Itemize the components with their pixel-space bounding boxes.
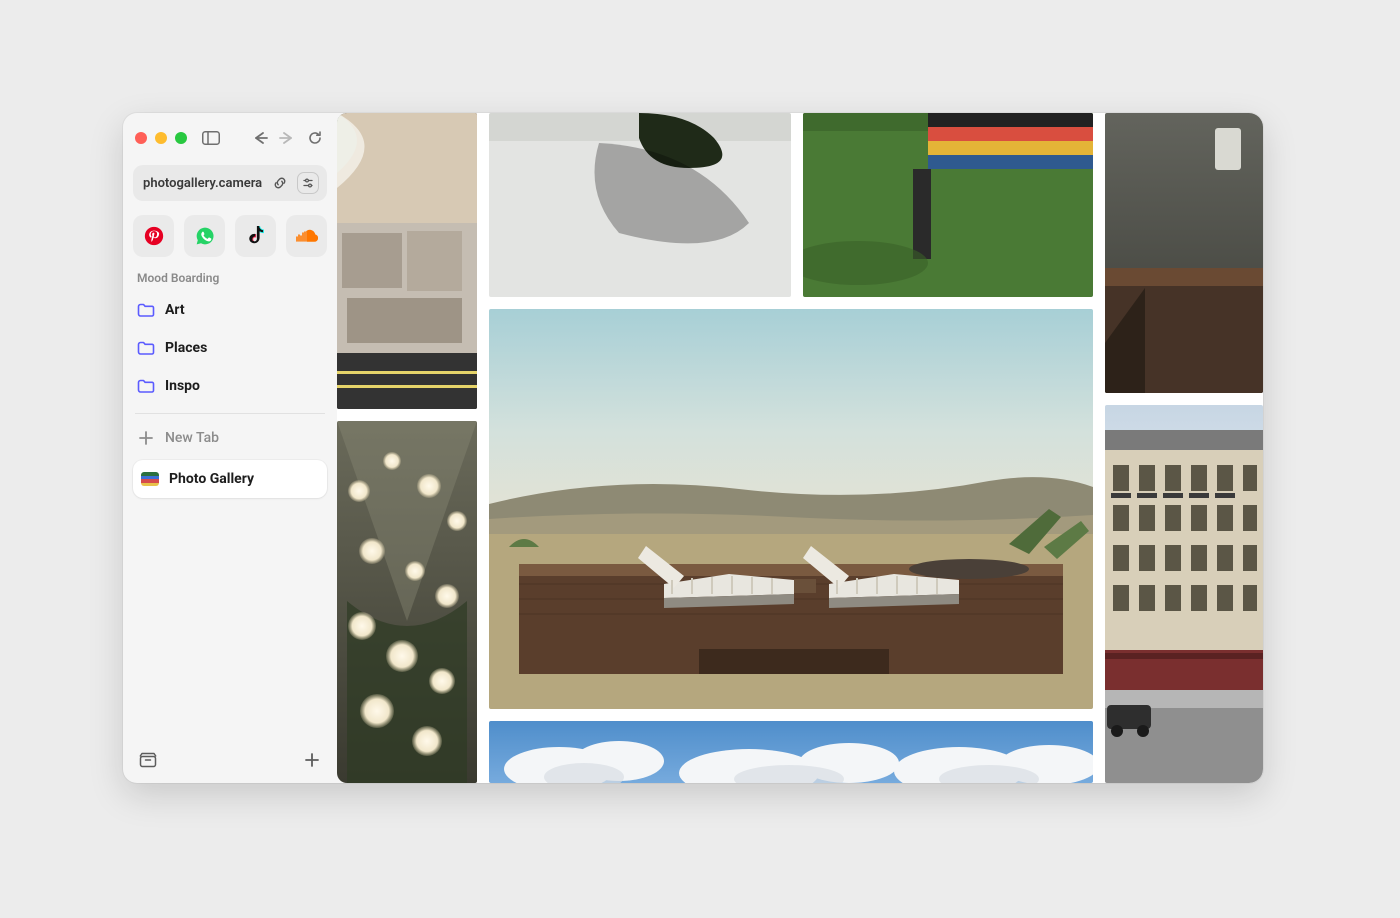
new-tab-label: New Tab: [165, 430, 219, 446]
sliders-icon: [302, 177, 314, 189]
favorite-whatsapp[interactable]: [184, 215, 225, 257]
arrow-right-icon: [278, 131, 296, 145]
gallery-tile-grass-stripes[interactable]: [803, 113, 1093, 297]
tab-photo-gallery[interactable]: Photo Gallery: [133, 460, 327, 498]
folder-label: Places: [165, 340, 207, 356]
gallery-tile-gravel-shadow[interactable]: [489, 113, 791, 297]
folder-label: Art: [165, 302, 185, 318]
whatsapp-icon: [195, 226, 215, 246]
window-topbar: [133, 125, 327, 153]
gallery-tile-paris-street[interactable]: [1105, 405, 1263, 783]
gallery-tile-desert-loungers[interactable]: [489, 309, 1093, 709]
reload-icon: [307, 130, 323, 146]
forward-button[interactable]: [278, 126, 298, 150]
close-window-button[interactable]: [135, 132, 147, 144]
gallery-tile-sky-clouds[interactable]: [489, 721, 1093, 783]
tab-label: Photo Gallery: [169, 471, 254, 487]
site-settings-button[interactable]: [297, 172, 319, 194]
address-bar[interactable]: photogallery.camera: [133, 165, 327, 201]
gallery-tile-interior-shelf[interactable]: [1105, 113, 1263, 393]
sidebar-section-title: Mood Boarding: [133, 271, 327, 285]
sidebar-icon: [202, 131, 220, 145]
tiktok-icon: [247, 226, 265, 246]
back-button[interactable]: [250, 126, 270, 150]
gallery-tile-aerial-beach[interactable]: [337, 113, 477, 409]
folder-label: Inspo: [165, 378, 200, 394]
favorite-pinterest[interactable]: [133, 215, 174, 257]
favorites-row: [133, 215, 327, 257]
copy-link-button[interactable]: [269, 172, 291, 194]
reload-button[interactable]: [305, 126, 325, 150]
zoom-window-button[interactable]: [175, 132, 187, 144]
toggle-sidebar-button[interactable]: [201, 126, 221, 150]
sidebar-folders: Art Places Inspo: [133, 291, 327, 405]
favorite-tiktok[interactable]: [235, 215, 276, 257]
pinterest-icon: [144, 226, 164, 246]
new-tab-button[interactable]: New Tab: [133, 420, 327, 456]
sidebar-bottombar: [133, 747, 327, 773]
folder-icon: [137, 303, 155, 317]
folder-icon: [137, 341, 155, 355]
sidebar-folder-inspo[interactable]: Inspo: [133, 367, 327, 405]
window-controls: [135, 132, 187, 144]
arrow-left-icon: [251, 131, 269, 145]
sidebar-folder-art[interactable]: Art: [133, 291, 327, 329]
add-button[interactable]: [301, 749, 323, 771]
sidebar: photogallery.camera: [123, 113, 337, 783]
sidebar-separator: [135, 413, 325, 414]
soundcloud-icon: [296, 229, 318, 243]
folder-icon: [137, 379, 155, 393]
photo-gallery-grid: [337, 113, 1263, 783]
link-icon: [273, 176, 287, 190]
favorite-soundcloud[interactable]: [286, 215, 327, 257]
photo-gallery-favicon: [141, 472, 159, 486]
gallery-tile-atrium-orbs[interactable]: [337, 421, 477, 783]
address-bar-text: photogallery.camera: [143, 176, 263, 191]
plus-icon: [304, 752, 320, 768]
plus-icon: [139, 431, 153, 445]
page-content: [337, 113, 1263, 783]
archive-icon: [139, 752, 157, 768]
archive-button[interactable]: [137, 749, 159, 771]
browser-window: photogallery.camera: [123, 113, 1263, 783]
minimize-window-button[interactable]: [155, 132, 167, 144]
sidebar-folder-places[interactable]: Places: [133, 329, 327, 367]
